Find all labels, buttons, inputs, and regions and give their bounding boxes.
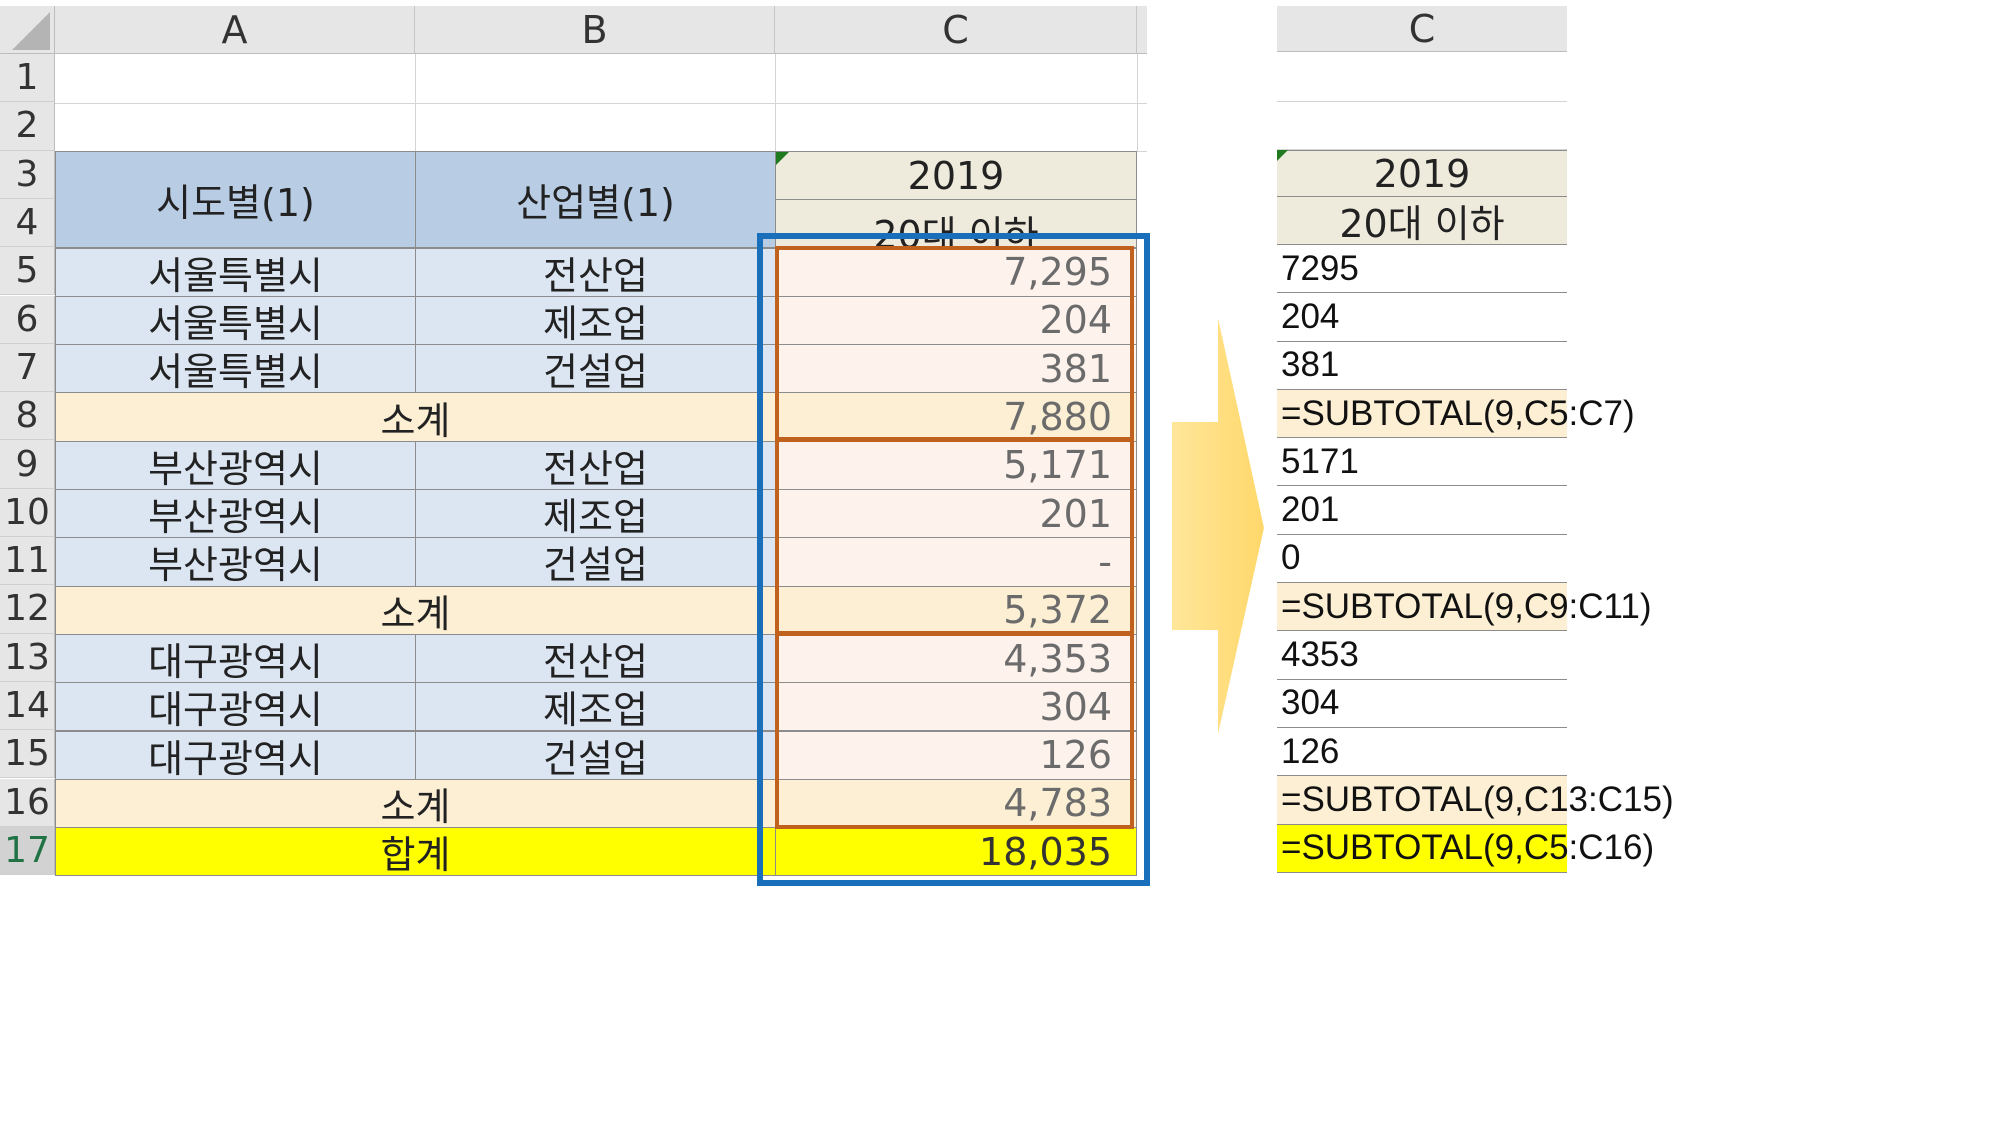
select-all-triangle-icon [12,12,50,50]
region-cell[interactable]: 서울특별시 [55,247,416,298]
row-header-13[interactable]: 13 [0,633,55,682]
select-all-corner[interactable] [0,6,55,54]
right-value-cell[interactable]: 201 [1277,487,1567,535]
header-cell-industry[interactable]: 산업별(1) [415,151,776,248]
region-cell[interactable]: 대구광역시 [55,730,416,781]
header-cell-year[interactable]: 2019 [775,151,1137,200]
group-box-seoul [775,246,1134,441]
region-cell[interactable]: 대구광역시 [55,682,416,732]
right-subtotal-formula[interactable]: =SUBTOTAL(9,C13:C15) [1277,776,1674,825]
right-value-cell[interactable]: 304 [1277,680,1567,728]
row-header-11[interactable]: 11 [0,537,55,586]
row-header-7[interactable]: 7 [0,343,55,393]
column-header-b[interactable]: B [415,6,775,54]
industry-cell[interactable]: 전산업 [415,633,776,684]
region-cell[interactable]: 서울특별시 [55,344,416,394]
industry-cell[interactable]: 전산업 [415,440,776,491]
right-total-formula[interactable]: =SUBTOTAL(9,C5:C16) [1277,824,1654,873]
row-header-1[interactable]: 1 [0,54,55,103]
right-value-cell[interactable]: 0 [1277,535,1567,584]
region-cell[interactable]: 부산광역시 [55,489,416,539]
gridline [1277,101,1567,102]
subtotal-label[interactable]: 소계 [55,585,776,636]
region-cell[interactable]: 부산광역시 [55,537,416,587]
row-header-17[interactable]: 17 [0,826,55,876]
region-cell[interactable]: 대구광역시 [55,633,416,684]
gridline [1137,54,1138,151]
gridline [55,103,1147,104]
comment-indicator-icon [776,152,789,165]
right-arrow-icon [1172,318,1264,734]
right-header-age[interactable]: 20대 이하 [1277,197,1567,246]
row-header-8[interactable]: 8 [0,392,55,441]
header-cell-region[interactable]: 시도별(1) [55,151,416,248]
industry-cell[interactable]: 제조업 [415,295,776,346]
right-subtotal-formula[interactable]: =SUBTOTAL(9,C9:C11) [1277,583,1652,632]
gridline [415,54,416,151]
row-header-16[interactable]: 16 [0,778,55,827]
row-header-2[interactable]: 2 [0,102,55,151]
row-header-4[interactable]: 4 [0,198,55,248]
right-value-cell[interactable]: 126 [1277,728,1567,777]
right-subtotal-formula[interactable]: =SUBTOTAL(9,C5:C7) [1277,389,1635,439]
right-value-cell[interactable]: 381 [1277,342,1567,390]
industry-cell[interactable]: 건설업 [415,730,776,781]
row-header-10[interactable]: 10 [0,488,55,537]
industry-cell[interactable]: 건설업 [415,537,776,587]
group-box-daegu [775,632,1134,829]
row-header-6[interactable]: 6 [0,295,55,344]
column-header-c[interactable]: C [775,6,1137,54]
right-value-cell[interactable]: 204 [1277,293,1567,342]
row-header-12[interactable]: 12 [0,585,55,634]
row-header-3[interactable]: 3 [0,150,55,199]
row-header-15[interactable]: 15 [0,730,55,779]
subtotal-label[interactable]: 소계 [55,392,776,443]
row-header-5[interactable]: 5 [0,247,55,296]
right-value-cell[interactable]: 7295 [1277,245,1567,294]
column-header-fill [1137,6,1147,54]
gridline [775,54,776,151]
industry-cell[interactable]: 제조업 [415,489,776,539]
column-header-a[interactable]: A [55,6,415,54]
industry-cell[interactable]: 건설업 [415,344,776,394]
industry-cell[interactable]: 제조업 [415,682,776,732]
subtotal-label[interactable]: 소계 [55,778,776,829]
industry-cell[interactable]: 전산업 [415,247,776,298]
region-cell[interactable]: 서울특별시 [55,295,416,346]
right-header-year[interactable]: 2019 [1277,150,1567,197]
row-header-9[interactable]: 9 [0,440,55,489]
right-column-header-c[interactable]: C [1277,6,1567,52]
right-value-cell[interactable]: 4353 [1277,631,1567,680]
comment-indicator-icon [1277,150,1288,161]
group-box-busan [775,438,1134,635]
row-header-14[interactable]: 14 [0,681,55,731]
right-value-cell[interactable]: 5171 [1277,438,1567,487]
grand-total-label[interactable]: 합계 [55,827,776,877]
region-cell[interactable]: 부산광역시 [55,440,416,491]
